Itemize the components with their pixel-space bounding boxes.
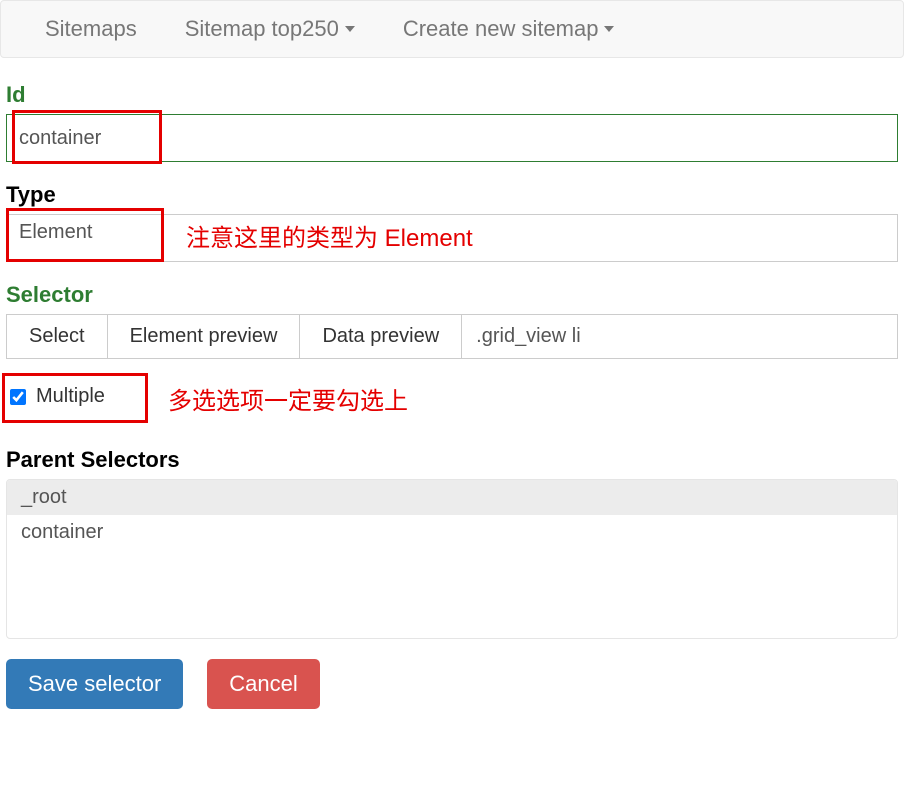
type-value: Element <box>19 221 92 243</box>
selector-form: Id Type Element 注意这里的类型为 Element Selecto… <box>0 82 904 709</box>
parent-item-label: _root <box>21 486 67 508</box>
nav-create-new[interactable]: Create new sitemap <box>379 16 639 42</box>
type-annotation: 注意这里的类型为 Element <box>186 218 473 253</box>
parent-group: Parent Selectors _root container <box>6 447 898 639</box>
data-preview-button[interactable]: Data preview <box>300 315 462 358</box>
multiple-checkbox-row[interactable]: Multiple <box>6 379 117 414</box>
parent-item-container[interactable]: container <box>7 515 897 550</box>
cancel-button[interactable]: Cancel <box>207 659 319 709</box>
caret-down-icon <box>604 26 614 32</box>
type-label: Type <box>6 182 898 208</box>
save-selector-button[interactable]: Save selector <box>6 659 183 709</box>
action-row: Save selector Cancel <box>6 659 898 709</box>
multiple-label: Multiple <box>36 385 105 408</box>
id-input[interactable] <box>6 114 898 162</box>
selector-input[interactable] <box>462 315 897 358</box>
nav-sitemap-current[interactable]: Sitemap top250 <box>161 16 379 42</box>
parent-label: Parent Selectors <box>6 447 898 473</box>
data-preview-label: Data preview <box>322 325 439 347</box>
nav-create-new-label: Create new sitemap <box>403 16 599 42</box>
select-button[interactable]: Select <box>7 315 108 358</box>
nav-sitemaps[interactable]: Sitemaps <box>21 16 161 42</box>
parent-item-label: container <box>21 521 103 543</box>
selector-group: Selector Select Element preview Data pre… <box>6 282 898 359</box>
element-preview-label: Element preview <box>130 325 278 347</box>
save-button-label: Save selector <box>28 671 161 696</box>
selector-label: Selector <box>6 282 898 308</box>
id-group: Id <box>6 82 898 162</box>
parent-item-root[interactable]: _root <box>7 480 897 515</box>
select-button-label: Select <box>29 325 85 347</box>
caret-down-icon <box>345 26 355 32</box>
selector-row: Select Element preview Data preview <box>6 314 898 359</box>
navbar: Sitemaps Sitemap top250 Create new sitem… <box>0 0 904 58</box>
nav-sitemaps-label: Sitemaps <box>45 16 137 42</box>
id-label: Id <box>6 82 898 108</box>
element-preview-button[interactable]: Element preview <box>108 315 301 358</box>
type-group: Type Element 注意这里的类型为 Element <box>6 182 898 262</box>
multiple-group: Multiple 多选选项一定要勾选上 <box>6 379 898 427</box>
parent-selectors-list[interactable]: _root container <box>6 479 898 639</box>
nav-sitemap-current-label: Sitemap top250 <box>185 16 339 42</box>
multiple-checkbox[interactable] <box>10 389 26 405</box>
multiple-annotation: 多选选项一定要勾选上 <box>168 381 408 416</box>
cancel-button-label: Cancel <box>229 671 297 696</box>
